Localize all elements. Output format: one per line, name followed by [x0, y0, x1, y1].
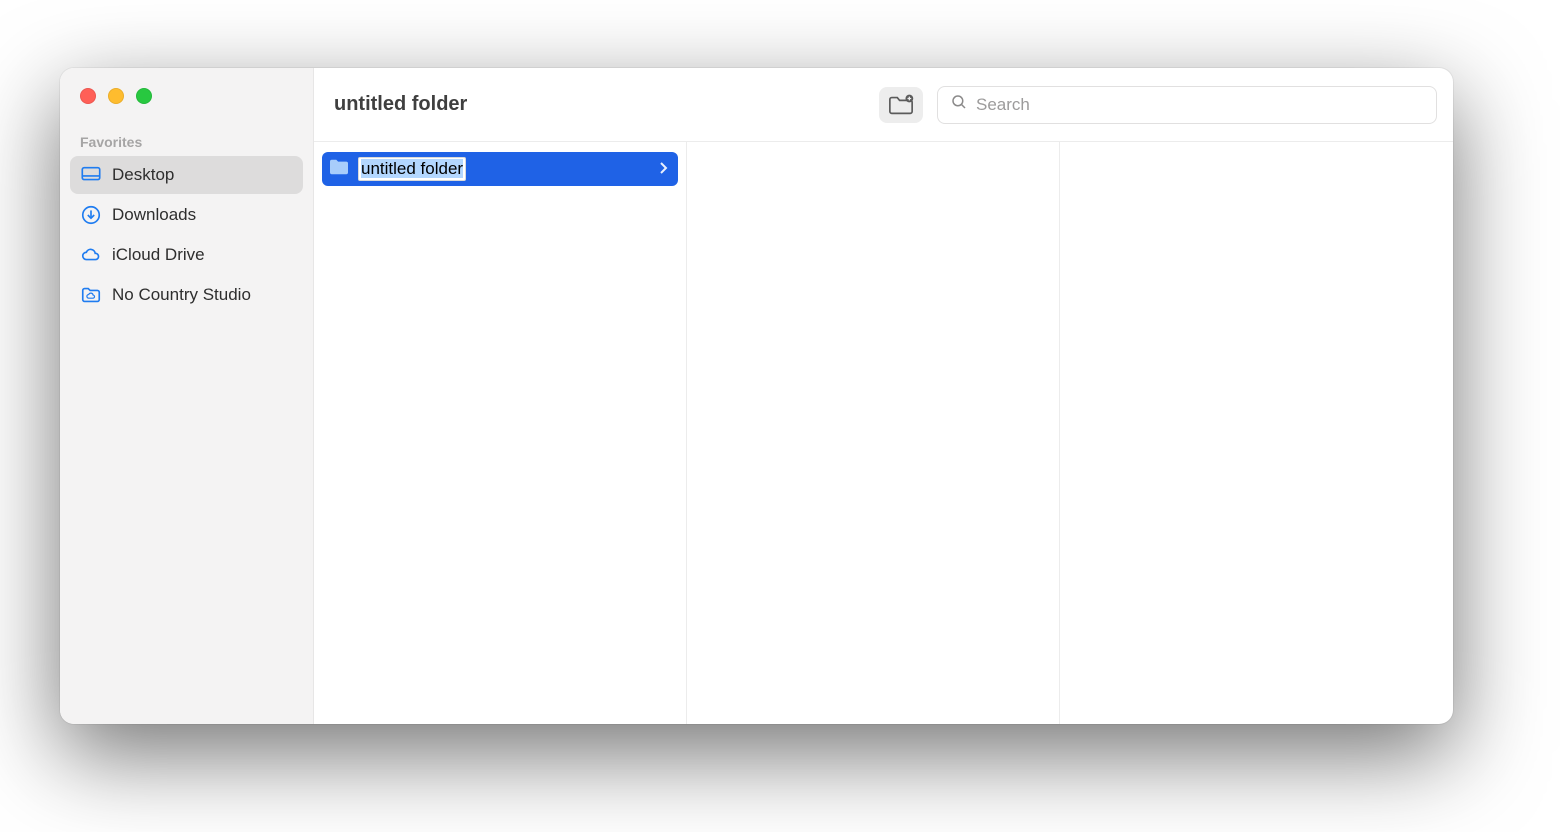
search-input[interactable]	[976, 95, 1424, 115]
chevron-right-icon	[658, 159, 668, 179]
window-title: untitled folder	[334, 93, 467, 116]
finder-window: Favorites Desktop	[60, 68, 1453, 724]
rename-input[interactable]: untitled folder	[358, 157, 466, 181]
sidebar: Favorites Desktop	[60, 68, 314, 724]
main-area: untitled folder	[314, 68, 1453, 724]
column-browser: untitled folder	[314, 142, 1453, 724]
sidebar-item-downloads[interactable]: Downloads	[70, 196, 303, 234]
minimize-window-button[interactable]	[108, 88, 124, 104]
zoom-window-button[interactable]	[136, 88, 152, 104]
column-3[interactable]	[1060, 142, 1453, 724]
search-icon	[950, 93, 968, 116]
sidebar-item-no-country-studio[interactable]: No Country Studio	[70, 276, 303, 314]
desktop-icon	[80, 164, 102, 186]
download-icon	[80, 204, 102, 226]
sidebar-item-label: No Country Studio	[112, 285, 251, 305]
sidebar-item-icloud[interactable]: iCloud Drive	[70, 236, 303, 274]
sidebar-section-label: Favorites	[70, 128, 303, 156]
column-1[interactable]: untitled folder	[314, 142, 687, 724]
search-field[interactable]	[937, 86, 1437, 124]
folder-icon	[328, 158, 350, 181]
cloud-folder-icon	[80, 284, 102, 306]
sidebar-item-label: Desktop	[112, 165, 174, 185]
new-folder-button[interactable]	[879, 87, 923, 123]
toolbar: untitled folder	[314, 68, 1453, 142]
folder-row-untitled[interactable]: untitled folder	[322, 152, 678, 186]
sidebar-item-label: Downloads	[112, 205, 196, 225]
cloud-icon	[80, 244, 102, 266]
column-2[interactable]	[687, 142, 1060, 724]
sidebar-item-label: iCloud Drive	[112, 245, 205, 265]
sidebar-item-desktop[interactable]: Desktop	[70, 156, 303, 194]
window-controls	[70, 68, 303, 128]
close-window-button[interactable]	[80, 88, 96, 104]
